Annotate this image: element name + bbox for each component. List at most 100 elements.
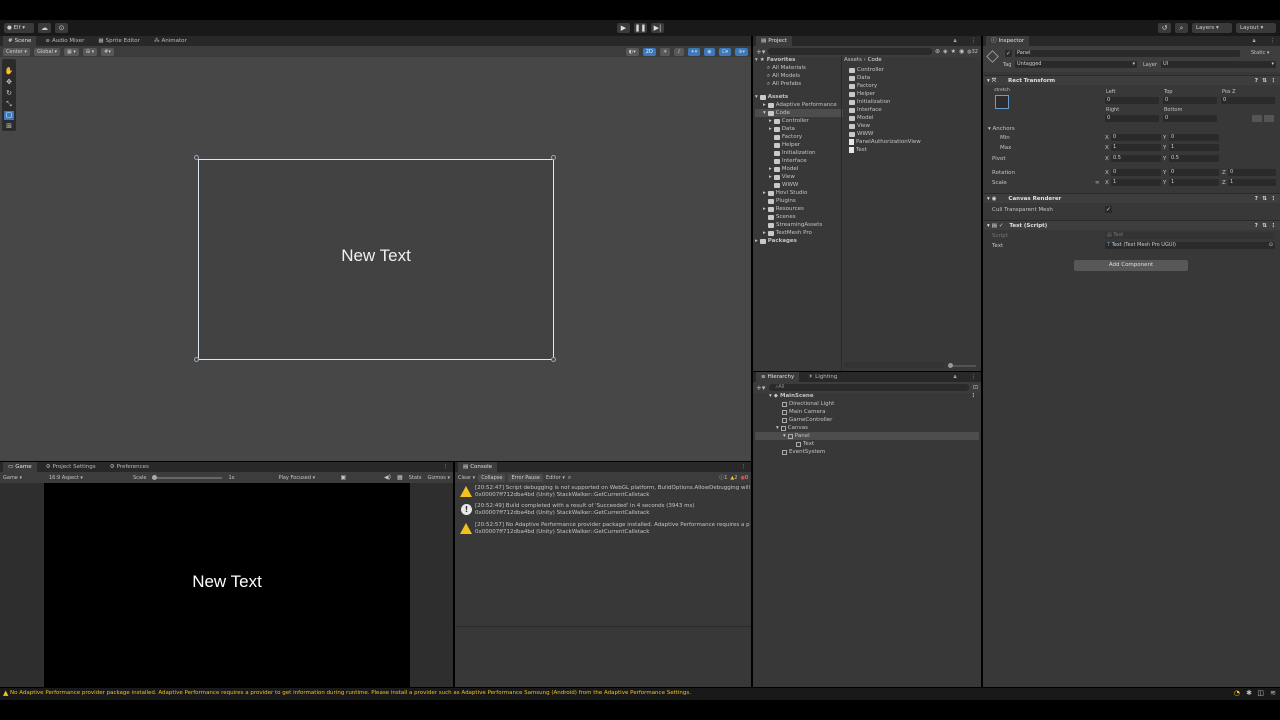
tree-folder-item[interactable]: ▸ View xyxy=(755,173,843,181)
list-item[interactable]: WWW xyxy=(849,130,979,138)
pivot-x-field[interactable]: 0.5 xyxy=(1111,155,1161,162)
collapse-toggle[interactable]: Collapse xyxy=(478,473,506,482)
list-item[interactable]: Initialization xyxy=(849,98,979,106)
search-icon[interactable]: ⌕ xyxy=(1175,23,1188,33)
error-pause-toggle[interactable]: Error Pause xyxy=(508,473,543,482)
draw-mode-icon[interactable]: ◐▾ xyxy=(625,47,639,56)
tree-folder-item[interactable]: ▸ Controller xyxy=(755,117,843,125)
hierarchy-item[interactable]: Main Camera xyxy=(755,408,979,416)
add-component-button[interactable]: Add Component xyxy=(1074,260,1188,271)
status-message[interactable]: No Adaptive Performance provider package… xyxy=(10,690,691,696)
scene-more-icon[interactable]: ⋮ xyxy=(971,392,980,400)
packages-header[interactable]: ▸ Packages xyxy=(755,237,843,245)
display-dropdown[interactable]: Game ▾ xyxy=(3,475,43,481)
warning-count-toggle[interactable]: ▲2 xyxy=(730,475,737,481)
hierarchy-item-selected[interactable]: ▾ Panel xyxy=(755,432,979,440)
favorites-header[interactable]: ▾ ★ Favorites xyxy=(755,56,843,64)
component-more-icon[interactable]: ⋮ xyxy=(1271,76,1277,86)
error-count-toggle[interactable]: ●0 xyxy=(740,475,748,481)
scene-visibility-icon[interactable]: ⊡ xyxy=(973,384,978,391)
list-item[interactable]: Test xyxy=(849,146,979,154)
tab-preferences[interactable]: ⚙ Preferences xyxy=(105,462,154,472)
scene-root-item[interactable]: ▾ ◆ MainScene ⋮ xyxy=(755,392,979,400)
component-enabled-checkbox[interactable]: ✓ xyxy=(999,223,1004,229)
tab-inspector[interactable]: ⓘ Inspector xyxy=(986,36,1030,46)
hierarchy-more-icon[interactable]: ⋮ xyxy=(966,372,982,382)
list-item[interactable]: Data xyxy=(849,74,979,82)
tree-folder-item[interactable]: Interface xyxy=(755,157,843,165)
icon-size-slider-thumb[interactable] xyxy=(948,363,953,368)
grid-snap-icon[interactable]: ▦ ▾ xyxy=(64,47,79,56)
blueprint-mode-button[interactable] xyxy=(1252,115,1262,122)
aspect-dropdown[interactable]: 16:9 Aspect ▾ xyxy=(49,475,127,481)
preset-icon[interactable]: ⇅ xyxy=(1262,194,1267,204)
tree-folder-item[interactable]: StreamingAssets xyxy=(755,221,843,229)
tab-project[interactable]: ▤ Project xyxy=(756,36,793,46)
move-tool-icon[interactable]: ✥ xyxy=(4,78,14,87)
play-focused-dropdown[interactable]: Play Focused ▾ xyxy=(278,475,334,481)
tab-project-settings[interactable]: ⚙ Project Settings xyxy=(41,462,101,472)
frame-debugger-icon[interactable]: ▣ xyxy=(340,474,346,481)
preset-icon[interactable]: ⇅ xyxy=(1262,76,1267,86)
game-viewport[interactable]: New Text xyxy=(0,483,453,687)
top-field[interactable]: 0 xyxy=(1163,97,1217,104)
anchor-handle-top-left[interactable] xyxy=(194,155,199,160)
snap-increment-icon[interactable]: ⊞ ▾ xyxy=(82,47,98,56)
collab-icon[interactable]: ⊙ xyxy=(55,23,68,33)
rotate-tool-icon[interactable]: ↻ xyxy=(4,89,14,98)
hierarchy-item[interactable]: Directional Light xyxy=(755,400,979,408)
cull-mesh-checkbox[interactable]: ✓ xyxy=(1105,206,1112,213)
cache-server-icon[interactable]: ≋ xyxy=(1270,689,1276,697)
hierarchy-item[interactable]: ▾ Canvas xyxy=(755,424,979,432)
console-entry[interactable]: [20:52:47] Script debugging is not suppo… xyxy=(475,485,750,498)
console-detail-divider[interactable] xyxy=(455,626,751,627)
search-by-label-icon[interactable]: ◈ xyxy=(943,48,948,55)
help-icon[interactable]: ? xyxy=(1255,194,1258,204)
scene-viewport[interactable]: ✋ ✥ ↻ ⤡ ▢ ⊞ New Text xyxy=(0,57,751,461)
console-more-icon[interactable]: ⋮ xyxy=(736,462,752,472)
project-splitter[interactable] xyxy=(841,56,842,371)
project-more-icon[interactable]: ⋮ xyxy=(966,36,982,46)
list-item[interactable]: Interface xyxy=(849,106,979,114)
tab-game[interactable]: ▭ Game xyxy=(3,462,37,472)
project-scroll-track[interactable] xyxy=(844,362,944,368)
breadcrumb-code[interactable]: Code xyxy=(868,57,882,63)
game-more-icon[interactable]: ⋮ xyxy=(438,462,454,472)
right-field[interactable]: 0 xyxy=(1105,115,1159,122)
list-item[interactable]: PanelAuthorizationView xyxy=(849,138,979,146)
min-x-field[interactable]: 0 xyxy=(1111,134,1161,141)
constrain-proportions-icon[interactable]: ∞ xyxy=(1095,180,1100,186)
tab-audio-mixer[interactable]: ≡ Audio Mixer xyxy=(40,36,89,46)
tree-folder-item[interactable]: ▸ Data xyxy=(755,125,843,133)
scale-z-field[interactable]: 1 xyxy=(1228,179,1276,186)
anchor-preset-widget[interactable]: stretch xyxy=(990,88,1014,116)
help-icon[interactable]: ? xyxy=(1255,76,1258,86)
rot-z-field[interactable]: 0 xyxy=(1228,169,1276,176)
hierarchy-item[interactable]: EventSystem xyxy=(755,448,979,456)
transform-tool-icon[interactable]: ⊞ xyxy=(4,122,14,130)
min-y-field[interactable]: 0 xyxy=(1169,134,1219,141)
breadcrumb-assets[interactable]: Assets xyxy=(844,57,862,63)
pivot-dropdown[interactable]: Center ▾ xyxy=(3,47,30,56)
tree-folder-item[interactable]: ▸ Resources xyxy=(755,205,843,213)
lighting-toggle-icon[interactable]: ☀ xyxy=(659,47,671,56)
raw-edit-button[interactable] xyxy=(1264,115,1274,122)
posz-field[interactable]: 0 xyxy=(1221,97,1275,104)
gizmos-toggle-icon[interactable]: ⊕▾ xyxy=(735,47,748,56)
lock-icon[interactable]: 🔒︎ xyxy=(949,36,962,46)
cloud-icon[interactable]: ☁ xyxy=(38,23,51,33)
tab-animator[interactable]: ⁂ Animator xyxy=(149,36,192,46)
create-asset-icon[interactable]: +▾ xyxy=(756,48,765,56)
object-picker-icon[interactable]: ⊙ xyxy=(1269,242,1273,249)
hidden-packages-icon[interactable]: ◉ xyxy=(959,48,964,55)
test-script-header[interactable]: ▾ ▤ ✓ Test (Script) ? ⇅ ⋮ xyxy=(984,220,1280,230)
hierarchy-item[interactable]: GameController xyxy=(755,416,979,424)
rect-transform-header[interactable]: ▾ ⤧ Rect Transform ? ⇅ ⋮ xyxy=(984,75,1280,85)
tab-console[interactable]: ▤ Console xyxy=(458,462,498,472)
tree-folder-item[interactable]: Helper xyxy=(755,141,843,149)
step-button[interactable]: ▶| xyxy=(651,23,664,33)
scale-x-field[interactable]: 1 xyxy=(1111,179,1161,186)
gizmos-dropdown[interactable]: Gizmos ▾ xyxy=(427,475,450,481)
account-dropdown[interactable]: ● Elf ▾ xyxy=(4,23,34,33)
anchor-handle-bottom-left[interactable] xyxy=(194,357,199,362)
